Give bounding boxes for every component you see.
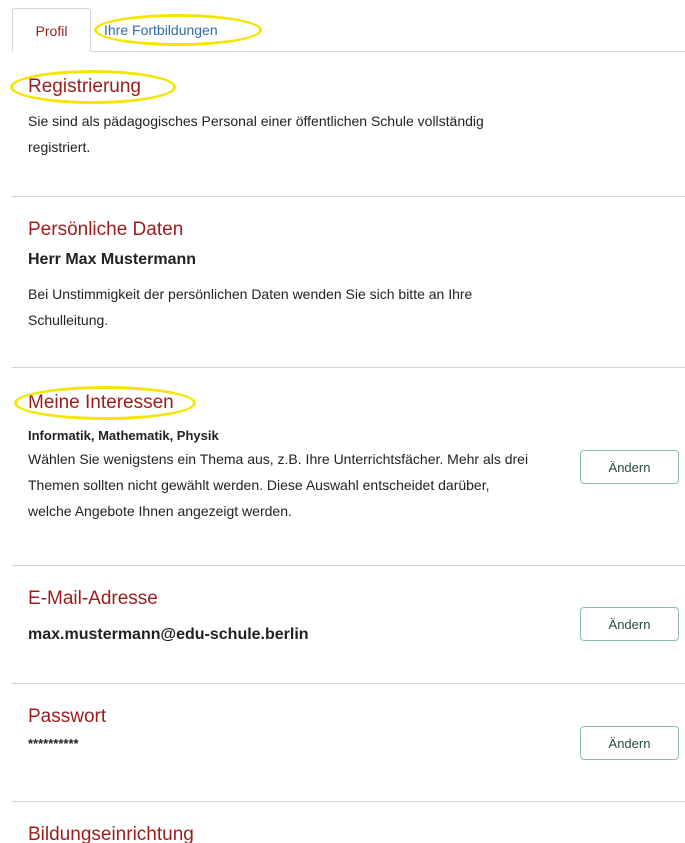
interessen-topics: Informatik, Mathematik, Physik	[28, 428, 219, 443]
tab-profil-label: Profil	[35, 23, 68, 39]
password-masked: **********	[28, 736, 79, 751]
section-title-email: E-Mail-Adresse	[28, 588, 158, 609]
interessen-text: Wählen Sie wenigstens ein Thema aus, z.B…	[28, 451, 529, 519]
tab-ihre-fortbildungen[interactable]: Ihre Fortbildungen	[104, 8, 254, 52]
section-title-passwort: Passwort	[28, 706, 107, 727]
change-interessen-button[interactable]: Ändern	[580, 450, 679, 484]
registrierung-text: Sie sind als pädagogisches Personal eine…	[28, 113, 484, 155]
change-password-button[interactable]: Ändern	[580, 726, 679, 760]
persoenliche-daten-text: Bei Unstimmigkeit der persönlichen Daten…	[28, 286, 473, 328]
tab-profil[interactable]: Profil	[12, 8, 91, 52]
section-title-persoenliche-daten: Persönliche Daten	[28, 219, 184, 240]
tab-ihre-fortbildungen-label: Ihre Fortbildungen	[104, 22, 218, 38]
email-address: max.mustermann@edu-schule.berlin	[28, 626, 309, 643]
profile-page: Profil Ihre Fortbildungen Registrierung …	[0, 0, 685, 843]
section-email: E-Mail-Adresse max.mustermann@edu-schule…	[0, 566, 685, 684]
change-email-button[interactable]: Ändern	[580, 607, 679, 641]
section-title-registrierung: Registrierung	[28, 76, 141, 97]
section-passwort: Passwort ********** Ändern	[0, 684, 685, 802]
tab-bar: Profil Ihre Fortbildungen	[0, 0, 685, 52]
section-persoenliche-daten: Persönliche Daten Herr Max Mustermann Be…	[0, 197, 685, 368]
section-title-bildungseinrichtung: Bildungseinrichtung	[28, 824, 194, 843]
section-bildungseinrichtung: Bildungseinrichtung	[0, 802, 685, 843]
user-full-name: Herr Max Mustermann	[28, 251, 197, 268]
section-meine-interessen: Meine Interessen Informatik, Mathematik,…	[0, 368, 685, 566]
section-registrierung: Registrierung Sie sind als pädagogisches…	[0, 52, 685, 197]
section-title-meine-interessen: Meine Interessen	[28, 392, 174, 413]
